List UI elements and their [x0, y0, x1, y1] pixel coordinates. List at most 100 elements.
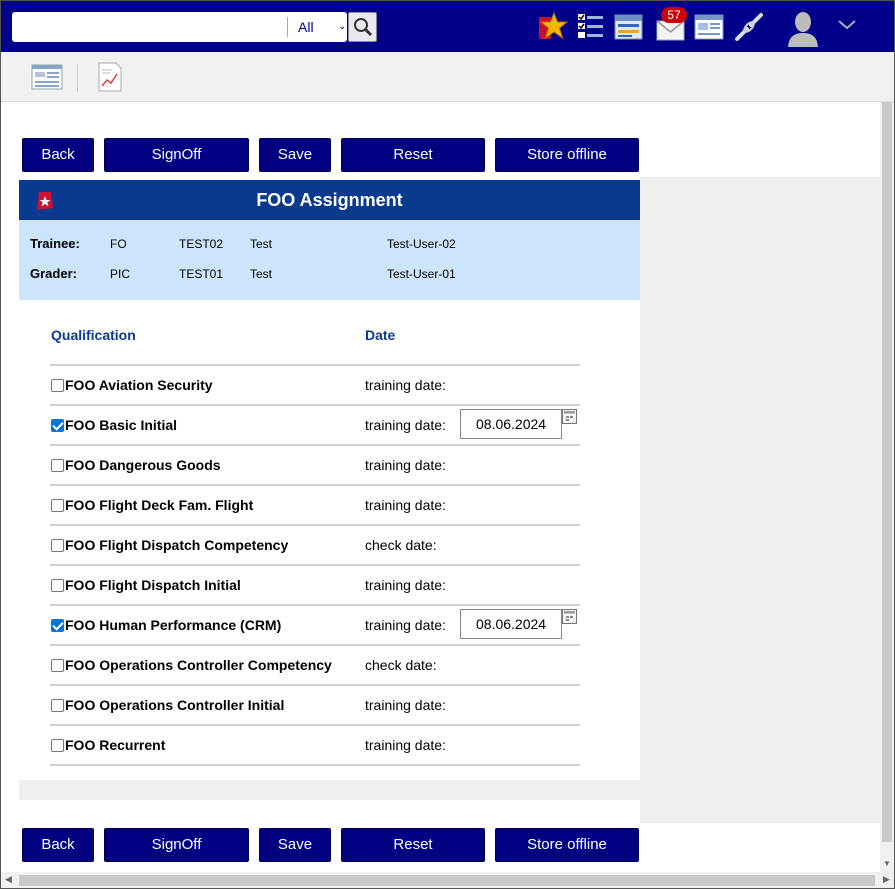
chevron-down-icon: ⌄: [338, 21, 347, 32]
save-button-bottom[interactable]: Save: [259, 828, 331, 862]
link-icon[interactable]: [733, 11, 765, 43]
participants-info: Trainee: FO TEST02 Test Test-User-02 Gra…: [19, 220, 640, 300]
qualification-row: FOO Flight Dispatch Initial training date…: [50, 564, 580, 604]
trainee-role: FO: [110, 237, 127, 251]
search-scope-select[interactable]: All ⌄: [298, 12, 346, 42]
brand-logo-icon: [37, 192, 53, 210]
qualification-row: FOO Recurrent training date:: [50, 724, 580, 764]
qualification-checkbox[interactable]: [51, 539, 64, 552]
trainee-user: Test-User-02: [387, 237, 456, 251]
list-view-icon[interactable]: [31, 62, 63, 92]
document-chart-icon[interactable]: [96, 62, 128, 92]
qualification-checkbox[interactable]: [51, 619, 64, 632]
grader-role: PIC: [110, 267, 131, 281]
top-bar: All ⌄ 57: [1, 1, 894, 52]
trainee-code: TEST02: [179, 237, 224, 251]
qualification-row: FOO Flight Deck Fam. Flight training date…: [50, 484, 580, 524]
reset-button[interactable]: Reset: [341, 138, 485, 172]
qualification-checkbox[interactable]: [51, 379, 64, 392]
mail-count-badge: 57: [661, 7, 687, 23]
date-column-header: Date: [365, 327, 396, 343]
date-label: training date:: [365, 577, 446, 593]
grader-label: Grader:: [30, 266, 77, 281]
panel-header: FOO Assignment: [19, 180, 640, 220]
calendar-icon[interactable]: [562, 409, 577, 424]
qualification-row: FOO Basic Initial training date:: [50, 404, 580, 444]
assignment-panel: FOO Assignment Trainee: FO TEST02 Test T…: [19, 180, 640, 800]
trainee-label: Trainee:: [30, 236, 80, 251]
toolbar-separator: [77, 64, 78, 92]
search-divider: [287, 17, 288, 37]
date-input[interactable]: [460, 409, 562, 439]
scroll-down-icon[interactable]: ▼: [883, 859, 891, 868]
grader-code: TEST01: [179, 267, 224, 281]
search-icon: [354, 18, 373, 37]
qualification-checkbox[interactable]: [51, 579, 64, 592]
calendar-icon[interactable]: [562, 609, 577, 624]
date-label: check date:: [365, 537, 437, 553]
secondary-toolbar: [1, 52, 894, 102]
qualification-column-header: Qualification: [51, 327, 136, 343]
search-button[interactable]: [348, 12, 377, 42]
vertical-scroll-thumb[interactable]: [882, 102, 892, 842]
report-icon[interactable]: [693, 11, 725, 43]
qualification-name: FOO Operations Controller Competency: [65, 657, 332, 673]
date-label: training date:: [365, 417, 446, 433]
store-offline-button-bottom[interactable]: Store offline: [495, 828, 639, 862]
qualification-name: FOO Flight Dispatch Competency: [65, 537, 289, 553]
reset-button-bottom[interactable]: Reset: [341, 828, 485, 862]
qualification-checkbox[interactable]: [51, 659, 64, 672]
qualification-row: FOO Operations Controller Initial trainin…: [50, 684, 580, 724]
task-list-icon[interactable]: [577, 11, 609, 43]
horizontal-scrollbar[interactable]: ◀ ▶: [1, 872, 894, 888]
qualification-row: FOO Dangerous Goods training date:: [50, 444, 580, 484]
user-avatar-icon[interactable]: [786, 9, 820, 47]
qualification-checkbox[interactable]: [51, 419, 64, 432]
search-input[interactable]: [12, 12, 286, 42]
date-label: check date:: [365, 657, 437, 673]
date-label: training date:: [365, 497, 446, 513]
content-background: [640, 177, 880, 823]
panel-footer: [19, 780, 640, 800]
qualification-name: FOO Aviation Security: [65, 377, 213, 393]
back-button-bottom[interactable]: Back: [22, 828, 94, 862]
back-button[interactable]: Back: [22, 138, 94, 172]
grader-name: Test: [250, 267, 273, 281]
qualification-name: FOO Dangerous Goods: [65, 457, 221, 473]
qualification-name: FOO Recurrent: [65, 737, 166, 753]
search-scope-value: All: [298, 19, 314, 35]
horizontal-scroll-thumb[interactable]: [19, 875, 875, 886]
signoff-button-bottom[interactable]: SignOff: [104, 828, 249, 862]
qualification-checkbox[interactable]: [51, 699, 64, 712]
qualification-row: FOO Operations Controller Competency chec…: [50, 644, 580, 684]
app-window: All ⌄ 57 Back SignOff Save Reset Store o…: [0, 0, 895, 889]
qualification-checkbox[interactable]: [51, 459, 64, 472]
qualification-checkbox[interactable]: [51, 499, 64, 512]
qualification-row: FOO Flight Dispatch Competency check date…: [50, 524, 580, 564]
qualification-checkbox[interactable]: [51, 739, 64, 752]
qualification-name: FOO Basic Initial: [65, 417, 178, 433]
chevron-down-icon[interactable]: [837, 18, 857, 32]
qualification-name: FOO Flight Dispatch Initial: [65, 577, 241, 593]
signoff-button[interactable]: SignOff: [104, 138, 249, 172]
store-offline-button[interactable]: Store offline: [495, 138, 639, 172]
date-label: training date:: [365, 377, 446, 393]
list-divider: [50, 764, 580, 766]
qualification-row: FOO Human Performance (CRM) training date…: [50, 604, 580, 644]
page-title: FOO Assignment: [256, 190, 403, 210]
scroll-right-icon[interactable]: ▶: [883, 874, 890, 885]
date-input[interactable]: [460, 609, 562, 639]
vertical-scrollbar[interactable]: ▼: [880, 102, 894, 872]
scroll-left-icon[interactable]: ◀: [5, 874, 12, 885]
qualification-name: FOO Human Performance (CRM): [65, 617, 282, 633]
date-label: training date:: [365, 457, 446, 473]
save-button[interactable]: Save: [259, 138, 331, 172]
favorites-star-icon[interactable]: [536, 11, 568, 43]
news-icon[interactable]: [613, 11, 645, 43]
date-label: training date:: [365, 697, 446, 713]
qualification-row: FOO Aviation Security training date:: [50, 364, 580, 404]
qualification-name: FOO Flight Deck Fam. Flight: [65, 497, 254, 513]
date-label: training date:: [365, 617, 446, 633]
trainee-name: Test: [250, 237, 273, 251]
search-box: All ⌄: [12, 12, 347, 42]
